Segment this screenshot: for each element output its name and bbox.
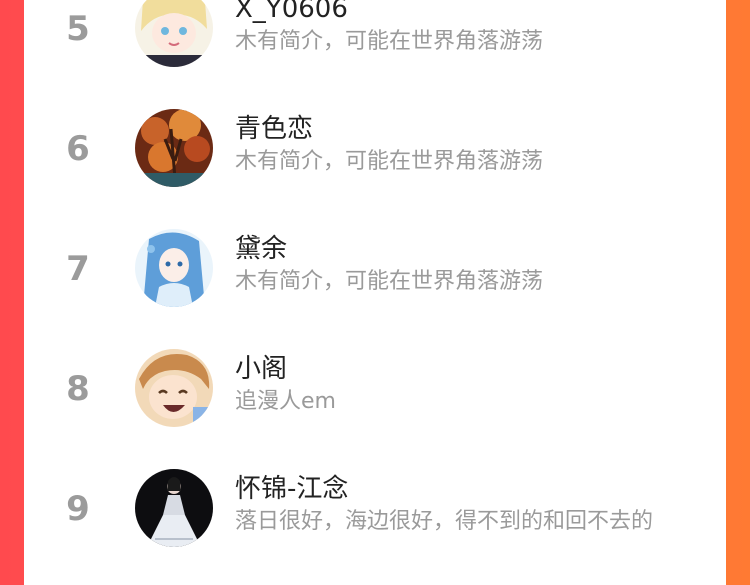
user-name[interactable]: 小阁 [235, 353, 287, 385]
user-bio: 落日很好，海边很好，得不到的和回不去的 [235, 509, 654, 534]
list-item[interactable]: 6 青色恋 木有简介，可能在世界角落游荡 [24, 91, 726, 211]
user-name[interactable]: 黛余 [235, 233, 287, 265]
rank-number: 7 [66, 249, 90, 289]
user-name[interactable]: X_Y0606 [235, 0, 348, 25]
user-bio: 木有简介，可能在世界角落游荡 [235, 269, 544, 294]
user-bio: 追漫人em [235, 389, 336, 414]
user-name[interactable]: 青色恋 [235, 113, 313, 145]
rank-number: 8 [66, 369, 90, 409]
list-item[interactable]: 5 X_Y0606 木有简介，可能在世界角落游荡 [24, 0, 726, 91]
user-bio: 木有简介，可能在世界角落游荡 [235, 29, 544, 54]
rank-number: 6 [66, 129, 90, 169]
user-bio: 木有简介，可能在世界角落游荡 [235, 149, 544, 174]
ranking-list: 5 X_Y0606 木有简介，可能在世界角落游荡 6 青色恋 木有简介，可能在世… [24, 0, 726, 585]
avatar[interactable] [135, 349, 213, 427]
avatar[interactable] [135, 0, 213, 67]
avatar[interactable] [135, 229, 213, 307]
avatar[interactable] [135, 469, 213, 547]
list-item[interactable]: 9 怀锦-江念 落日很好，海边很好，得不到的和回不去的 [24, 451, 726, 571]
list-item[interactable]: 7 黛余 木有简介，可能在世界角落游荡 [24, 211, 726, 331]
rank-number: 9 [66, 489, 90, 529]
list-item[interactable]: 8 小阁 追漫人em [24, 331, 726, 451]
avatar[interactable] [135, 109, 213, 187]
user-name[interactable]: 怀锦-江念 [235, 473, 348, 505]
rank-number: 5 [66, 9, 90, 49]
